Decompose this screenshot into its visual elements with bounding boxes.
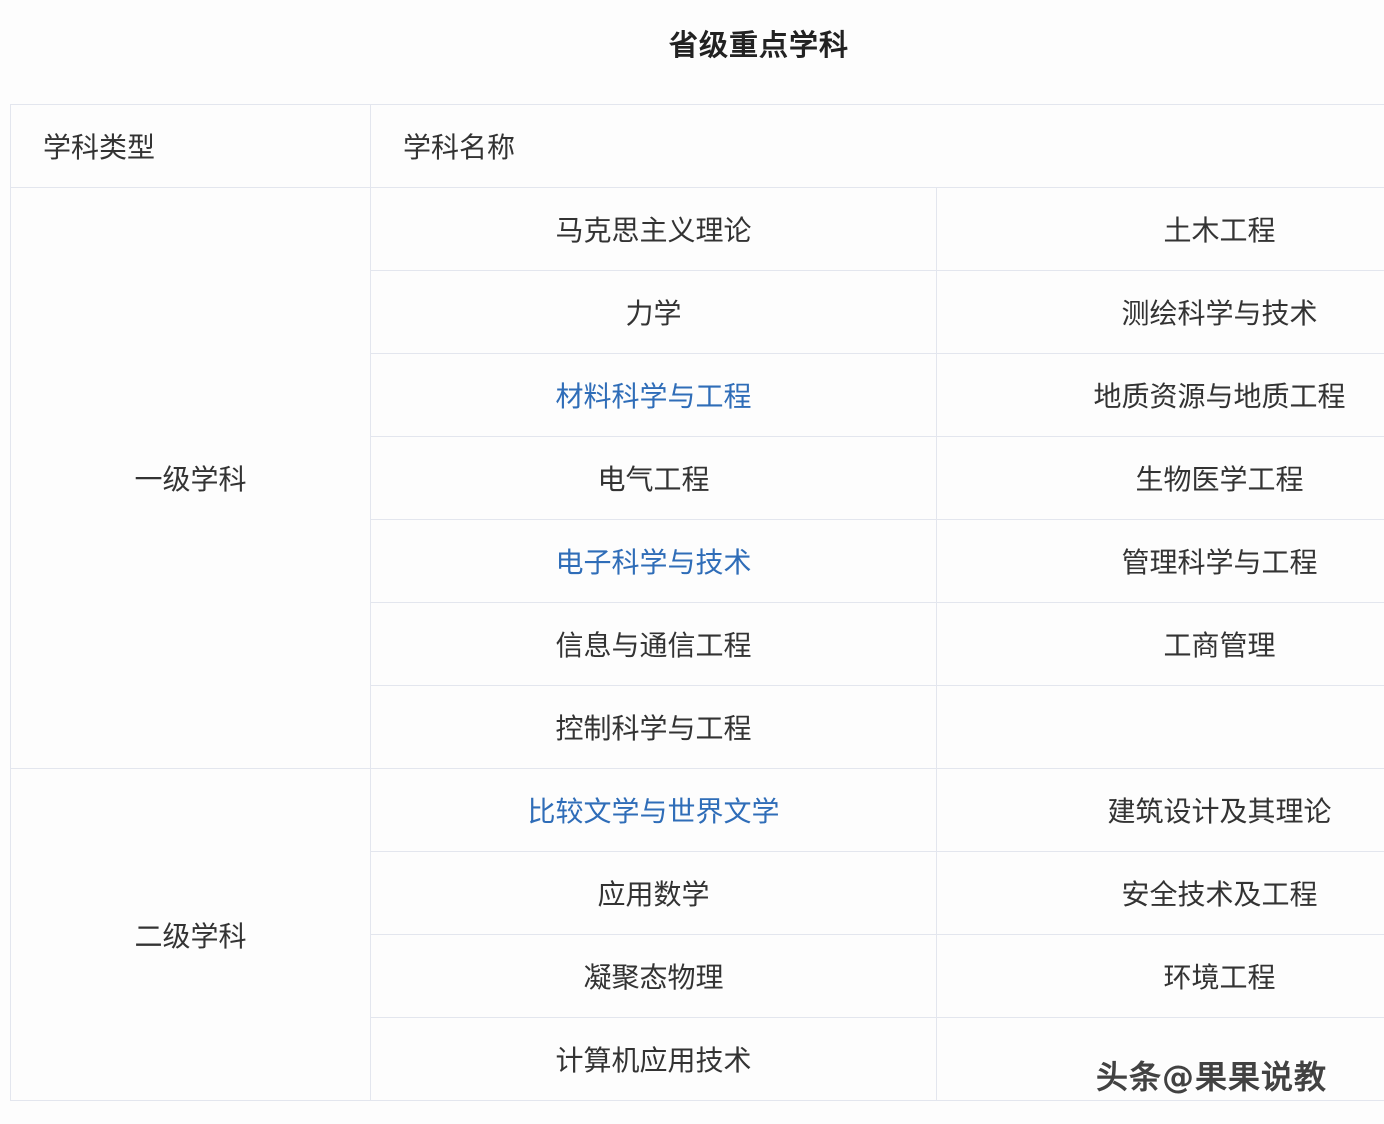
subject-name-cell: 信息与通信工程 <box>370 602 937 686</box>
subject-name-cell: 电气工程 <box>370 436 937 520</box>
subject-name-cell: 凝聚态物理 <box>370 934 937 1018</box>
subject-name-cell: 测绘科学与技术 <box>935 270 1384 354</box>
subject-name-cell: 土木工程 <box>935 187 1384 271</box>
subject-link[interactable]: 材料科学与工程 <box>555 380 751 413</box>
subject-name-cell <box>935 685 1384 769</box>
subject-link[interactable]: 比较文学与世界文学 <box>527 795 779 828</box>
subject-name-cell: 工商管理 <box>935 602 1384 686</box>
subject-name-cell: 比较文学与世界文学 <box>370 768 937 852</box>
header-subject-type: 学科类型 <box>10 104 371 188</box>
table-row: 二级学科 比较文学与世界文学 建筑设计及其理论 <box>10 768 1384 1101</box>
subject-name-cell: 电子科学与技术 <box>370 519 937 603</box>
subject-name-cell: 马克思主义理论 <box>370 187 937 271</box>
table-row: 一级学科 马克思主义理论 土木工程 <box>10 187 1384 769</box>
subject-name-cell: 地质资源与地质工程 <box>935 353 1384 437</box>
table-header-row: 学科类型 学科名称 <box>10 104 1384 188</box>
subject-type-cell: 二级学科 <box>10 768 371 1101</box>
subject-name-cell: 计算机应用技术 <box>370 1017 937 1101</box>
watermark: 头条@果果说教 <box>1096 1058 1328 1096</box>
subject-name-cell: 控制科学与工程 <box>370 685 937 769</box>
subject-name-cell: 应用数学 <box>370 851 937 935</box>
subject-type-cell: 一级学科 <box>10 187 371 769</box>
page-title: 省级重点学科 <box>668 28 849 62</box>
subject-name-cell: 力学 <box>370 270 937 354</box>
header-subject-name: 学科名称 <box>369 104 1384 188</box>
subject-name-cell: 材料科学与工程 <box>370 353 937 437</box>
subject-name-cell: 管理科学与工程 <box>935 519 1384 603</box>
subject-name-cell: 安全技术及工程 <box>935 851 1384 935</box>
subject-name-cell: 生物医学工程 <box>935 436 1384 520</box>
subjects-table: 学科类型 学科名称 一级学科 马克思主义理论 土木工程 力学 测绘科学与技术 材… <box>10 104 1384 1101</box>
subject-name-cell: 环境工程 <box>935 934 1384 1018</box>
subject-name-cell: 建筑设计及其理论 <box>935 768 1384 852</box>
subject-link[interactable]: 电子科学与技术 <box>555 546 751 579</box>
